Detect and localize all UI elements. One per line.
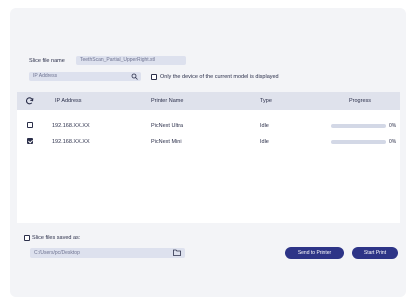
ip-search-input[interactable]: IP Address bbox=[29, 72, 141, 81]
printer-table: IP Address Printer Name Type Progress 19… bbox=[17, 92, 400, 223]
row-progress-label: 0% bbox=[389, 123, 397, 129]
only-current-model-label: Only the device of the current model is … bbox=[160, 74, 279, 80]
slice-file-name-field[interactable]: TeethScan_Partial_UpperRight.stl bbox=[76, 56, 186, 65]
col-printer-name: Printer Name bbox=[151, 98, 184, 104]
col-type: Type bbox=[260, 98, 272, 104]
save-files-label: Slice files saved as: bbox=[32, 235, 81, 241]
row-checkbox[interactable] bbox=[27, 138, 33, 144]
send-to-printer-button[interactable]: Send to Printer bbox=[285, 247, 344, 259]
save-files-checkbox[interactable] bbox=[24, 235, 30, 241]
row-type: Idle bbox=[260, 123, 269, 129]
only-current-model-checkbox[interactable] bbox=[151, 74, 157, 80]
search-icon[interactable] bbox=[131, 73, 138, 80]
col-progress: Progress bbox=[349, 98, 372, 104]
ip-search-placeholder: IP Address bbox=[33, 73, 58, 79]
slice-file-name-label: Slice file name bbox=[29, 58, 65, 64]
row-checkbox[interactable] bbox=[27, 122, 33, 128]
row-progress-bar bbox=[331, 140, 386, 144]
row-progress-bar bbox=[331, 124, 386, 128]
col-ip-address: IP Address bbox=[55, 98, 82, 104]
table-row[interactable]: 192.168.XX.XX PicNext Ultra Idle 0% bbox=[17, 121, 400, 131]
save-path-field[interactable]: C:/Users/pc/Desktop bbox=[30, 248, 185, 258]
row-progress-label: 0% bbox=[389, 139, 397, 145]
row-printer-name: PicNext Mini bbox=[151, 139, 182, 145]
row-type: Idle bbox=[260, 139, 269, 145]
table-header: IP Address Printer Name Type Progress bbox=[17, 92, 400, 110]
folder-icon[interactable] bbox=[173, 249, 181, 256]
table-row[interactable]: 192.168.XX.XX PicNext Mini Idle 0% bbox=[17, 137, 400, 147]
start-print-button[interactable]: Start Print bbox=[352, 247, 398, 259]
row-ip: 192.168.XX.XX bbox=[52, 123, 90, 129]
refresh-icon[interactable] bbox=[26, 97, 34, 105]
row-printer-name: PicNext Ultra bbox=[151, 123, 184, 129]
row-ip: 192.168.XX.XX bbox=[52, 139, 90, 145]
